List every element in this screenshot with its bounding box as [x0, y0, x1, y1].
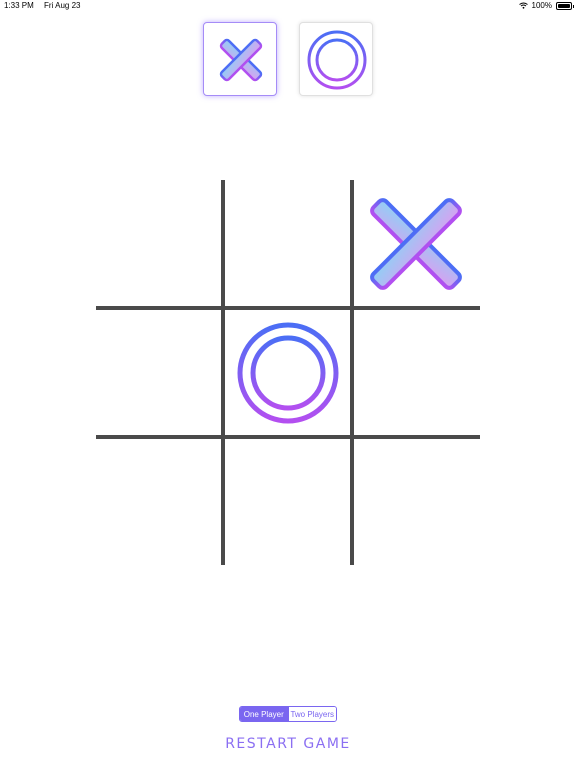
- restart-game-button[interactable]: RESTART GAME: [0, 736, 576, 752]
- board-cell-9[interactable]: [352, 436, 480, 564]
- board-cell-1[interactable]: [96, 180, 224, 308]
- board-cell-8[interactable]: [224, 436, 352, 564]
- status-time: 1:33 PM: [4, 1, 34, 10]
- board-cell-4[interactable]: [96, 308, 224, 436]
- board-cell-6[interactable]: [352, 308, 480, 436]
- board-cell-5[interactable]: [224, 308, 352, 436]
- x-mark-icon: [370, 198, 462, 290]
- o-mark-icon: [307, 30, 367, 90]
- two-players-segment[interactable]: Two Players: [287, 707, 336, 721]
- status-date: Fri Aug 23: [44, 1, 81, 10]
- wifi-icon: [518, 2, 528, 9]
- board-cell-3[interactable]: [352, 180, 480, 308]
- one-player-segment[interactable]: One Player: [240, 707, 288, 721]
- battery-icon: [556, 1, 574, 10]
- o-mark-icon: [237, 322, 339, 424]
- board-cell-2[interactable]: [224, 180, 352, 308]
- player-x-option[interactable]: [203, 22, 277, 96]
- mode-segmented-control: One Player Two Players: [239, 706, 337, 722]
- status-bar: 1:33 PM Fri Aug 23 100%: [0, 0, 576, 12]
- board-cell-7[interactable]: [96, 436, 224, 564]
- x-mark-icon: [219, 38, 263, 82]
- battery-percent: 100%: [531, 1, 552, 10]
- game-board: [0, 0, 576, 768]
- player-o-option[interactable]: [299, 22, 373, 96]
